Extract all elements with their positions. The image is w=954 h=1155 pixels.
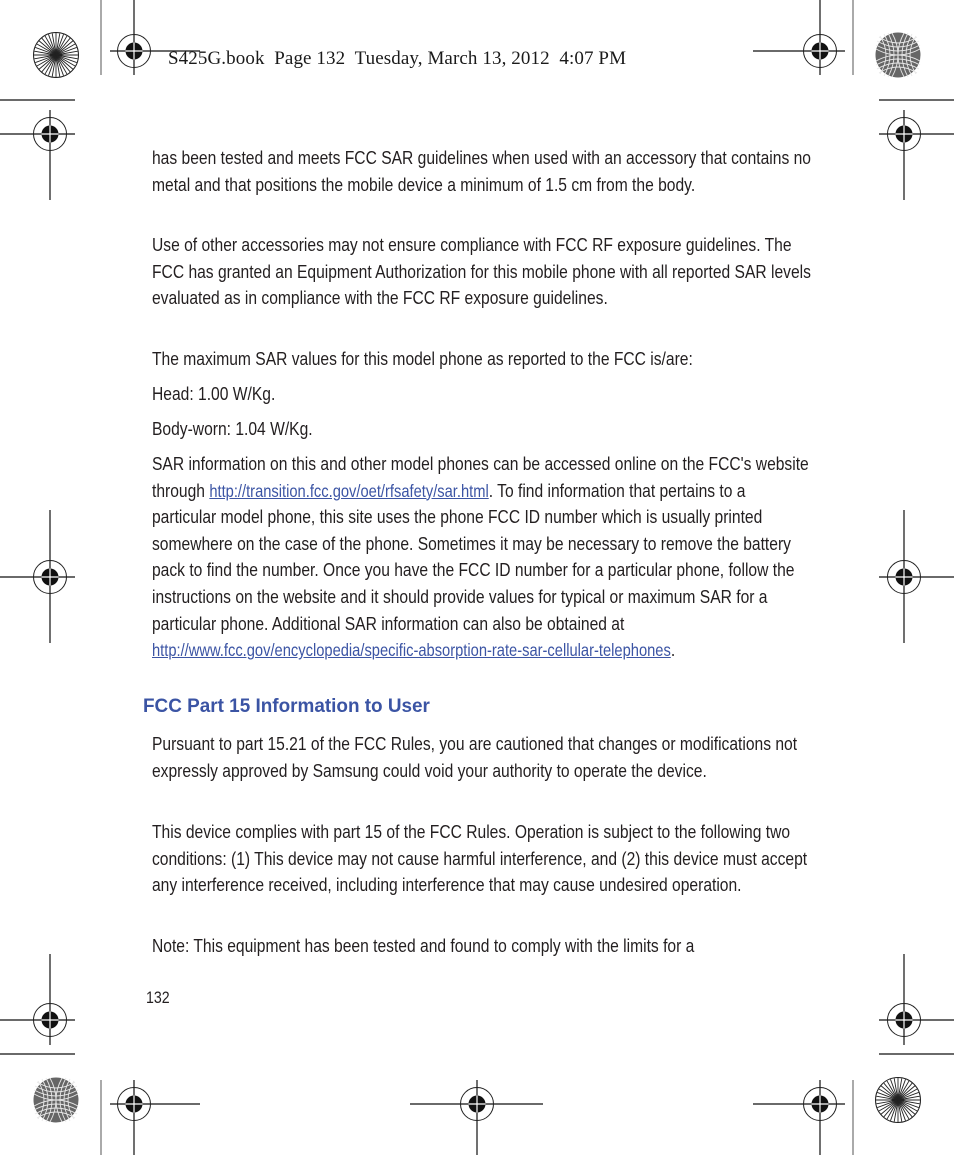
paragraph-text: Pursuant to part 15.21 of the FCC Rules,… [152, 733, 798, 781]
paragraph-text: Head: 1.00 W/Kg. [152, 383, 276, 404]
paragraph-sar-accessory: has been tested and meets FCC SAR guidel… [152, 145, 812, 198]
print-slug-line: S425G.book Page 132 Tuesday, March 13, 2… [168, 48, 627, 69]
paragraph-max-sar-intro: The maximum SAR values for this model ph… [152, 346, 812, 373]
paragraph-part15-compliance: This device complies with part 15 of the… [152, 819, 812, 899]
paragraph-text: Note: This equipment has been tested and… [152, 935, 695, 956]
section-heading: FCC Part 15 Information to User [143, 695, 430, 717]
text-run: . [670, 639, 676, 661]
text-run: . To find information that pertains to a… [152, 479, 795, 634]
body-worn-sar-value: Body-worn: 1.04 W/Kg. [152, 416, 812, 443]
paragraph-note: Note: This equipment has been tested and… [152, 933, 812, 960]
paragraph-sar-online-info: SAR information on this and other model … [152, 451, 812, 664]
fcc-encyclopedia-sar-link[interactable]: http://www.fcc.gov/encyclopedia/specific… [152, 640, 671, 660]
moire-target-icon [33, 1077, 79, 1123]
starburst-target-icon [33, 32, 79, 78]
paragraph-text: has been tested and meets FCC SAR guidel… [152, 147, 811, 195]
head-sar-value: Head: 1.00 W/Kg. [152, 381, 812, 408]
document-page: S425G.book Page 132 Tuesday, March 13, 2… [0, 0, 954, 1155]
paragraph-text: This device complies with part 15 of the… [152, 821, 808, 896]
paragraph-text: The maximum SAR values for this model ph… [152, 348, 693, 369]
paragraph-text: SAR information on this and other model … [152, 451, 812, 664]
page-number: 132 [146, 989, 170, 1007]
paragraph-part15-caution: Pursuant to part 15.21 of the FCC Rules,… [152, 731, 812, 784]
paragraph-other-accessories: Use of other accessories may not ensure … [152, 232, 812, 312]
paragraph-text: Body-worn: 1.04 W/Kg. [152, 418, 313, 439]
paragraph-text: Use of other accessories may not ensure … [152, 234, 811, 309]
moire-target-icon [875, 32, 921, 78]
fcc-sar-link[interactable]: http://transition.fcc.gov/oet/rfsafety/s… [209, 481, 488, 501]
starburst-target-icon [875, 1077, 921, 1123]
